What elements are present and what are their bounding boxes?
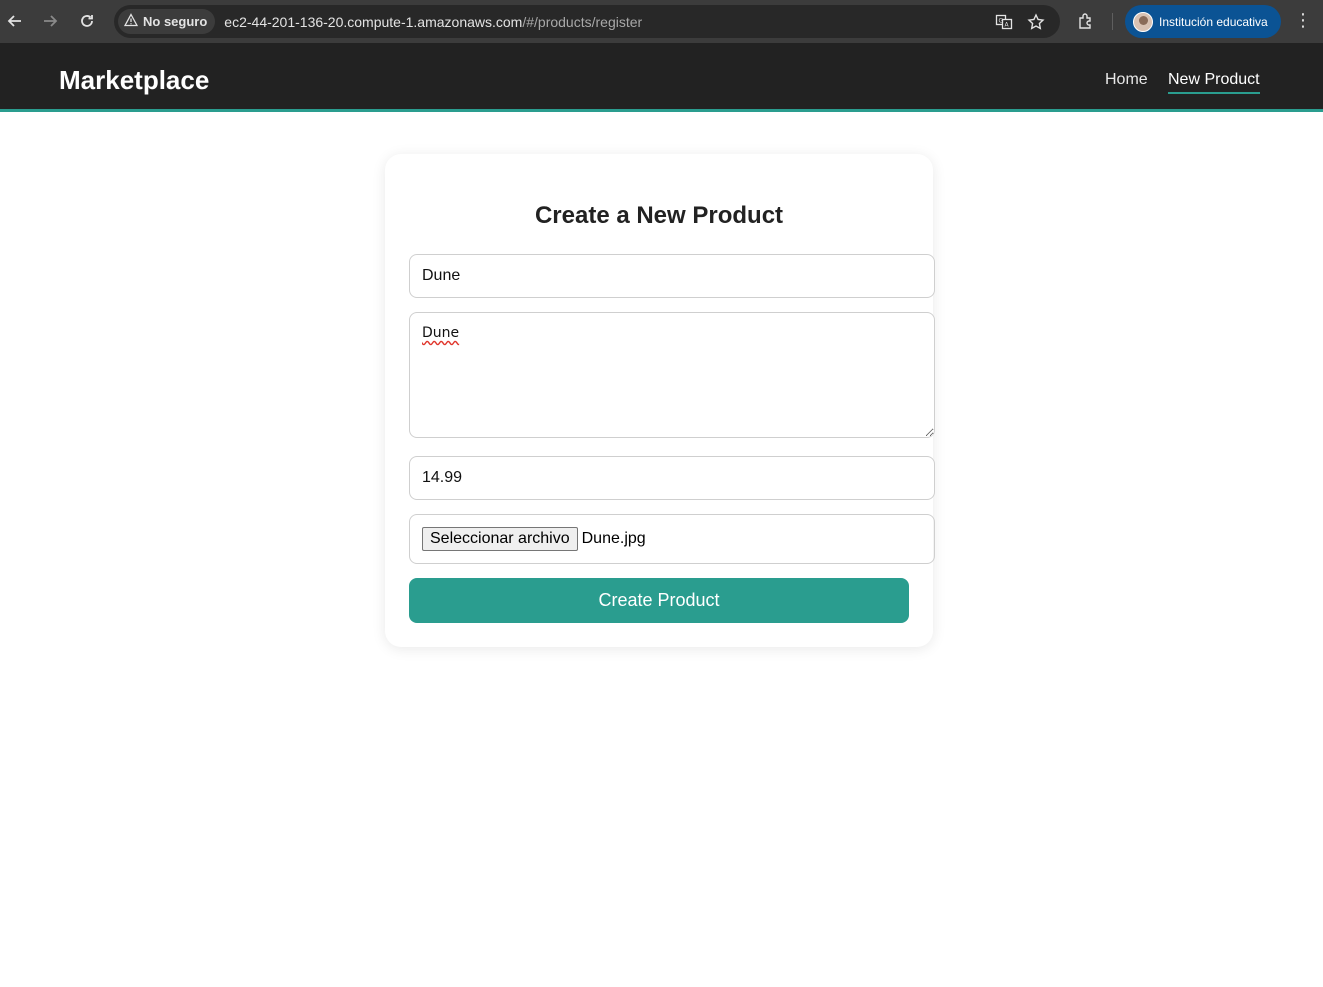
- nav-home[interactable]: Home: [1105, 71, 1148, 92]
- url-text[interactable]: ec2-44-201-136-20.compute-1.amazonaws.co…: [224, 14, 642, 30]
- kebab-menu-icon[interactable]: ⋮: [1294, 10, 1312, 32]
- forward-arrow-icon[interactable]: [37, 8, 63, 34]
- product-description-textarea[interactable]: Dune: [409, 312, 935, 438]
- star-icon[interactable]: [1027, 13, 1045, 31]
- app-header: Marketplace Home New Product: [0, 43, 1323, 112]
- profile-chip[interactable]: Institución educativa: [1125, 5, 1281, 38]
- address-bar[interactable]: No seguro ec2-44-201-136-20.compute-1.am…: [114, 5, 1060, 38]
- browser-toolbar: No seguro ec2-44-201-136-20.compute-1.am…: [0, 0, 1323, 43]
- warning-icon: [123, 13, 139, 30]
- security-label: No seguro: [143, 14, 208, 29]
- page-title: Create a New Product: [534, 202, 784, 229]
- url-path: /#/products/register: [522, 13, 643, 30]
- create-product-card: Create a New Product Dune Seleccionar ar…: [385, 154, 935, 647]
- choose-file-button[interactable]: Seleccionar archivo: [422, 527, 578, 551]
- product-name-input[interactable]: [409, 254, 935, 298]
- extensions-icon[interactable]: [1077, 12, 1095, 30]
- avatar: [1133, 11, 1153, 32]
- translate-icon[interactable]: GA: [995, 13, 1013, 31]
- create-product-button[interactable]: Create Product: [409, 578, 909, 623]
- file-input[interactable]: Seleccionar archivo Dune.jpg: [409, 514, 935, 564]
- brand-logo[interactable]: Marketplace: [59, 65, 209, 96]
- selected-file-name: Dune.jpg: [581, 530, 646, 547]
- reload-icon[interactable]: [74, 8, 100, 34]
- toolbar-divider: [1112, 13, 1113, 30]
- product-price-input[interactable]: [409, 456, 935, 500]
- nav-new-product[interactable]: New Product: [1168, 71, 1260, 94]
- back-arrow-icon[interactable]: [2, 8, 28, 34]
- profile-label: Institución educativa: [1159, 14, 1268, 29]
- svg-text:G: G: [999, 18, 1004, 25]
- security-chip[interactable]: No seguro: [118, 9, 216, 34]
- url-host: ec2-44-201-136-20.compute-1.amazonaws.co…: [224, 13, 523, 30]
